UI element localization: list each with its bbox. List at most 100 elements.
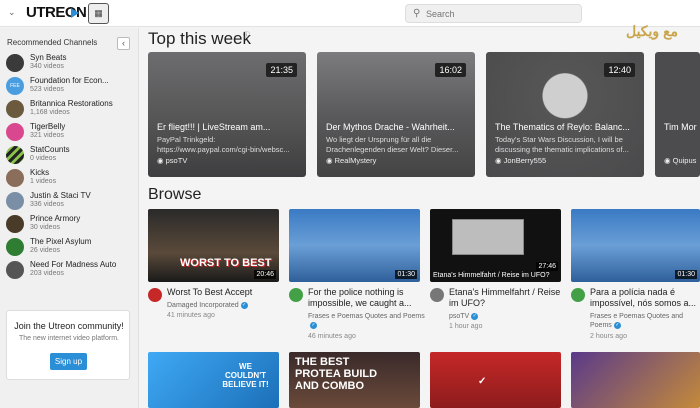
video-title[interactable]: For the police nothing is impossible, we… (308, 287, 426, 309)
channel-name: Damaged Incorporated (167, 302, 239, 309)
search-input[interactable] (426, 6, 576, 21)
nike-logo-icon: ✓ (478, 376, 487, 387)
video-thumbnail[interactable]: 01:30 (571, 209, 700, 282)
channel-item[interactable]: FEE Foundation for Econ... 523 videos (6, 76, 136, 96)
video-title: Er fliegt!!! | LiveStream am... (157, 122, 271, 132)
video-duration: 20:46 (254, 270, 276, 279)
channel-name: Kicks (30, 168, 50, 177)
channel-name: Frases e Poemas Quotes and Poems (590, 313, 683, 329)
video-thumbnail[interactable]: THE BEST PROTEA BUILD AND COMBO (289, 352, 420, 408)
channel-avatar (6, 192, 24, 210)
channel-name: Justin & Staci TV (30, 191, 91, 200)
channel-name: Prince Armory (30, 214, 81, 223)
community-box: Join the Utreon community! The new inter… (6, 310, 130, 380)
channel-name: StatCounts (30, 145, 70, 154)
video-thumbnail[interactable]: ✓ (430, 352, 561, 408)
chevron-down-icon[interactable]: ⌄ (8, 7, 16, 18)
thumbnail-overlay-text: THE BEST PROTEA BUILD AND COMBO (295, 356, 378, 392)
channel-video-count: 0 videos (30, 155, 57, 162)
channel-name: psoTV (449, 313, 470, 320)
video-title[interactable]: Worst To Best Accept (167, 287, 285, 298)
channel-video-count: 1 videos (30, 178, 57, 185)
upload-time: 46 minutes ago (308, 333, 356, 340)
channel-avatar (6, 123, 24, 141)
channel-item[interactable]: Need For Madness Auto 203 videos (6, 260, 136, 280)
channel-link[interactable]: psoTV ✓ (449, 312, 567, 321)
logo-play-icon (71, 8, 79, 18)
video-title: Tim Mor (664, 122, 697, 132)
channel-avatar[interactable] (289, 288, 303, 302)
collapse-sidebar-button[interactable]: ‹ (117, 37, 130, 50)
channel-name: The Pixel Asylum (30, 237, 92, 246)
top-video-card[interactable]: 21:35 Er fliegt!!! | LiveStream am... Pa… (148, 52, 306, 177)
video-title[interactable]: Etana's Himmelfahrt / Reise im UFO? (449, 287, 567, 309)
channel-avatar[interactable] (148, 288, 162, 302)
channel-item[interactable]: Kicks 1 videos (6, 168, 136, 188)
video-channel[interactable]: ◉ RealMystery (326, 156, 376, 165)
channel-item[interactable]: StatCounts 0 videos (6, 145, 136, 165)
channel-avatar (6, 261, 24, 279)
video-duration: 01:30 (675, 270, 697, 279)
watermark-logo: مع ويكيل (625, 23, 679, 39)
video-thumbnail[interactable]: WORST TO BEST 20:46 (148, 209, 279, 282)
top-video-card[interactable]: 12:40 The Thematics of Reylo: Balanc... … (486, 52, 644, 177)
channel-avatar (6, 54, 24, 72)
video-title: The Thematics of Reylo: Balanc... (495, 122, 630, 132)
video-title[interactable]: Para a polícia nada é impossível, nós so… (590, 287, 700, 309)
video-thumbnail[interactable]: WE COULDN'T BELIEVE IT! (148, 352, 279, 408)
video-thumbnail[interactable]: 01:30 (289, 209, 420, 282)
channel-item[interactable]: Prince Armory 30 videos (6, 214, 136, 234)
upload-time: 41 minutes ago (167, 312, 215, 319)
channel-name: Syn Beats (30, 53, 67, 62)
signup-button[interactable]: Sign up (50, 353, 87, 370)
top-bar: ⌄ UTREON ▦ ⚲ (0, 0, 700, 27)
video-duration: 21:35 (266, 63, 297, 77)
channel-link[interactable]: Frases e Poemas Quotes and Poems✓ (308, 312, 426, 330)
video-duration: 12:40 (604, 63, 635, 77)
channel-name: Britannica Restorations (30, 99, 113, 108)
channel-item[interactable]: TigerBelly 321 videos (6, 122, 136, 142)
top-video-card[interactable]: 16:02 Der Mythos Drache - Wahrheit... Wo… (317, 52, 475, 177)
video-channel[interactable]: ◉ psoTV (157, 156, 187, 165)
browse-heading: Browse (148, 186, 202, 203)
channel-video-count: 336 videos (30, 201, 64, 208)
upload-time: 1 hour ago (449, 323, 483, 330)
thumbnail-image (452, 219, 524, 255)
channel-avatar[interactable] (571, 288, 585, 302)
channel-link[interactable]: Damaged Incorporated ✓ (167, 301, 285, 310)
channel-video-count: 26 videos (30, 247, 60, 254)
video-thumbnail[interactable] (571, 352, 700, 408)
search-icon: ⚲ (413, 8, 421, 19)
top-this-week-heading: Top this week (148, 29, 251, 48)
channel-avatar (6, 146, 24, 164)
search-box[interactable]: ⚲ (405, 4, 582, 23)
top-video-card[interactable]: Tim Mor ◉ Quipus (655, 52, 700, 177)
channel-avatar: FEE (6, 77, 24, 95)
info-icon[interactable]: ⓘ (243, 30, 250, 40)
verified-icon: ✓ (310, 321, 317, 329)
channel-item[interactable]: Britannica Restorations 1,168 videos (6, 99, 136, 119)
channel-name: JonBerry555 (503, 156, 547, 165)
video-channel[interactable]: ◉ JonBerry555 (495, 156, 546, 165)
channel-name: Need For Madness Auto (30, 260, 117, 269)
channel-item[interactable]: The Pixel Asylum 26 videos (6, 237, 136, 257)
channel-avatar[interactable] (430, 288, 444, 302)
video-channel[interactable]: ◉ Quipus (664, 156, 696, 165)
app-switcher-icon[interactable]: ▦ (88, 3, 109, 24)
verified-icon: ✓ (613, 321, 621, 329)
video-thumbnail[interactable]: Etana's Himmelfahrt / Reise im UFO? 27:4… (430, 209, 561, 282)
channel-video-count: 30 videos (30, 224, 60, 231)
channel-link[interactable]: Frases e Poemas Quotes and Poems✓ (590, 312, 700, 330)
thumbnail-overlay-text: WE COULDN'T BELIEVE IT! (222, 362, 269, 389)
channel-item[interactable]: Justin & Staci TV 336 videos (6, 191, 136, 211)
sidebar: Recommended Channels ‹ Syn Beats 340 vide… (0, 28, 139, 408)
channel-avatar (6, 238, 24, 256)
video-description: Wo liegt der Ursprung für all die Drache… (326, 135, 459, 154)
channel-name: TigerBelly (30, 122, 66, 131)
channel-item[interactable]: Syn Beats 340 videos (6, 53, 136, 73)
thumbnail-overlay-text: WORST TO BEST (180, 257, 272, 269)
channel-avatar (6, 100, 24, 118)
thumbnail-overlay-text: Etana's Himmelfahrt / Reise im UFO? (433, 272, 550, 279)
channel-name: RealMystery (334, 156, 377, 165)
channel-video-count: 523 videos (30, 86, 64, 93)
